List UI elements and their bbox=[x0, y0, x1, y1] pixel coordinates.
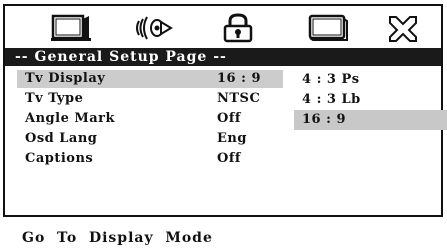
setup-screen: -- General Setup Page -- Tv Display 16 :… bbox=[3, 4, 447, 217]
menu-item-label: Tv Type bbox=[25, 91, 84, 106]
option-4-3-ps[interactable]: 4 : 3 Ps bbox=[294, 70, 447, 90]
page-title: -- General Setup Page -- bbox=[5, 48, 441, 66]
menu-item-label: Osd Lang bbox=[25, 131, 98, 146]
tv-icon[interactable] bbox=[49, 13, 95, 43]
menu-item-osd-lang[interactable]: Osd Lang Eng bbox=[17, 130, 437, 148]
menu-item-label: Captions bbox=[25, 151, 94, 166]
menu-item-value: NTSC bbox=[217, 91, 261, 106]
option-4-3-lb[interactable]: 4 : 3 Lb bbox=[294, 90, 447, 110]
menu-item-value: Off bbox=[217, 151, 242, 166]
audio-icon[interactable] bbox=[133, 13, 177, 43]
icon-bar bbox=[5, 6, 441, 46]
menu-item-captions[interactable]: Captions Off bbox=[17, 150, 437, 168]
menu-item-value: Eng bbox=[217, 131, 247, 146]
menu-item-value: 16 : 9 bbox=[217, 71, 261, 86]
menu-item-label: Tv Display bbox=[25, 71, 106, 86]
menu-item-value: Off bbox=[217, 111, 242, 126]
lock-icon[interactable] bbox=[221, 13, 255, 43]
tv-display-options: 4 : 3 Ps 4 : 3 Lb 16 : 9 bbox=[294, 70, 447, 130]
option-16-9[interactable]: 16 : 9 bbox=[294, 110, 447, 130]
menu-item-label: Angle Mark bbox=[25, 111, 116, 126]
monitor-icon[interactable] bbox=[305, 13, 351, 43]
help-text: Go To Display Mode bbox=[22, 230, 213, 246]
tools-icon[interactable] bbox=[385, 13, 421, 43]
